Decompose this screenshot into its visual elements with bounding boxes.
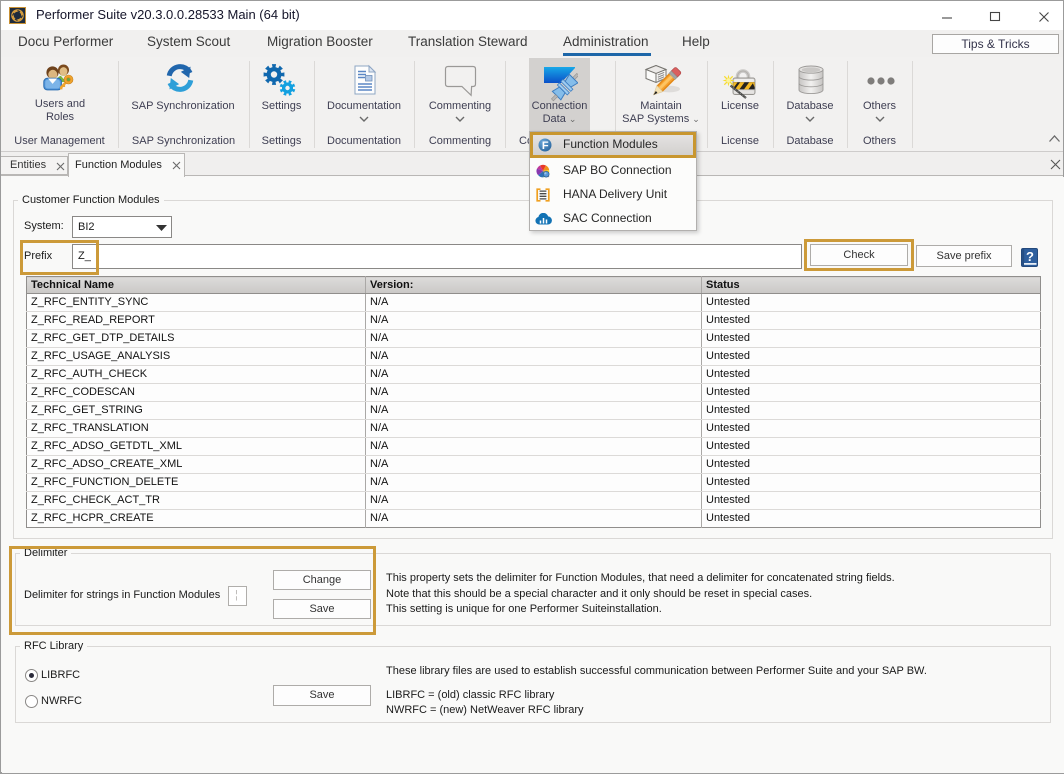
svg-text:?: ? bbox=[1026, 249, 1034, 264]
svg-text:F: F bbox=[542, 140, 549, 152]
